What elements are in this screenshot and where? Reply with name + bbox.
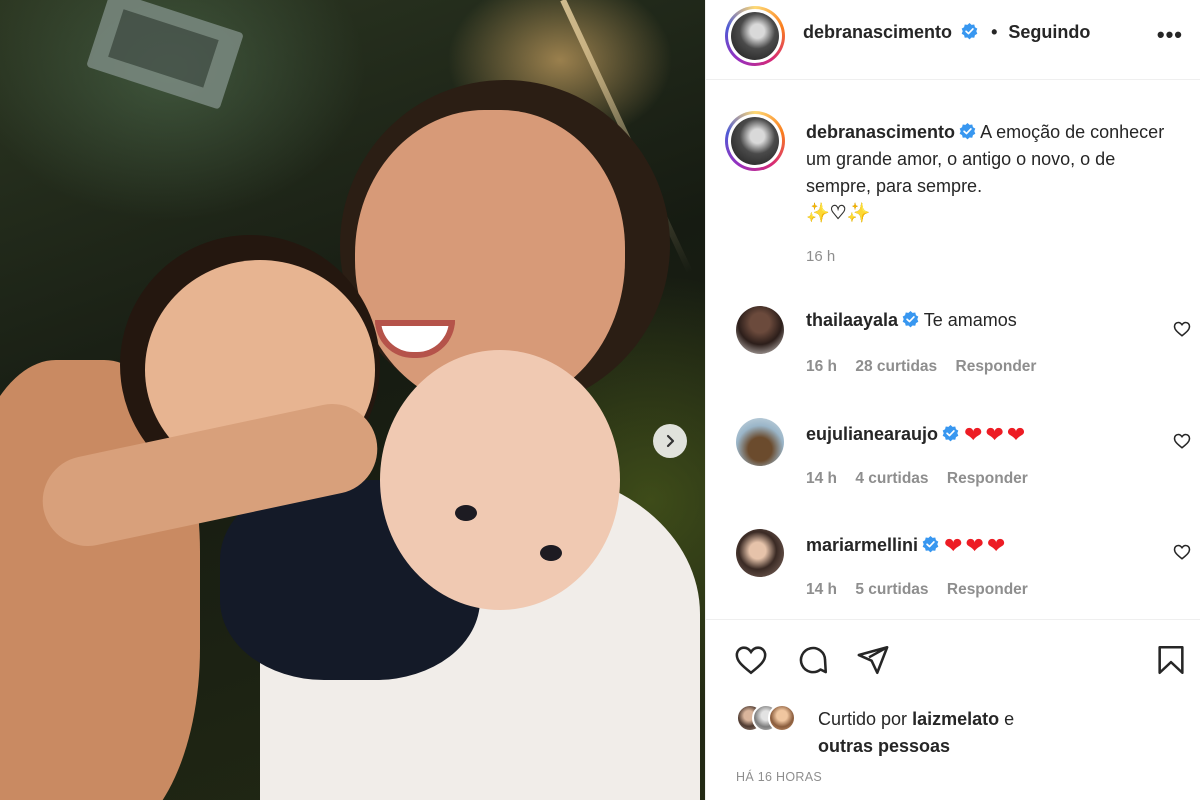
reply-button[interactable]: Responder bbox=[956, 358, 1037, 375]
verified-badge-icon bbox=[942, 425, 959, 442]
caption-avatar-image bbox=[731, 117, 779, 165]
commenter-avatar[interactable] bbox=[736, 306, 784, 354]
following-button[interactable]: Seguindo bbox=[1008, 22, 1090, 42]
photo-baby-head bbox=[380, 350, 620, 610]
liker-avatar bbox=[768, 704, 796, 732]
photo-baby-eye bbox=[455, 505, 477, 521]
verified-badge-icon bbox=[959, 123, 976, 140]
comment-likes-count[interactable]: 4 curtidas bbox=[855, 470, 928, 487]
next-photo-button[interactable] bbox=[653, 424, 687, 458]
caption-author-avatar[interactable] bbox=[725, 111, 785, 171]
speech-bubble-icon[interactable] bbox=[796, 643, 830, 677]
paper-plane-icon[interactable] bbox=[856, 643, 890, 677]
comment-item: thailaayala Te amamos 16 h 28 curtidas R… bbox=[706, 306, 1200, 406]
liker-username[interactable]: laizmelato bbox=[912, 709, 999, 729]
comment-time: 14 h bbox=[806, 470, 838, 487]
author-avatar[interactable] bbox=[725, 6, 785, 66]
comment-item: eujulianearaujo ❤❤❤ 14 h 4 curtidas Resp… bbox=[706, 418, 1200, 518]
comment-text: ❤❤❤ bbox=[964, 422, 1029, 447]
likes-text: Curtido por laizmelato e outras pessoas bbox=[818, 706, 1138, 760]
comment-likes-count[interactable]: 28 curtidas bbox=[855, 358, 937, 375]
caption-time: 16 h bbox=[806, 248, 836, 265]
comment-meta: 16 h 28 curtidas Responder bbox=[806, 358, 1050, 376]
verified-badge-icon bbox=[922, 536, 939, 553]
comment-time: 16 h bbox=[806, 358, 838, 375]
comment-body: thailaayala Te amamos bbox=[806, 310, 1017, 331]
bookmark-icon[interactable] bbox=[1154, 643, 1188, 677]
post-action-bar bbox=[706, 621, 1200, 701]
instagram-post: debranascimento • Seguindo ••• debranasc… bbox=[0, 0, 1200, 800]
reply-button[interactable]: Responder bbox=[947, 470, 1028, 487]
post-timestamp[interactable]: HÁ 16 HORAS bbox=[736, 770, 822, 784]
heart-outline-icon[interactable] bbox=[1173, 320, 1191, 338]
commenter-username[interactable]: thailaayala bbox=[806, 310, 898, 330]
post-side-panel: debranascimento • Seguindo ••• debranasc… bbox=[705, 0, 1200, 800]
likes-prefix: Curtido por bbox=[818, 709, 908, 729]
comments-section[interactable]: debranascimento A emoção de conhecer um … bbox=[706, 80, 1200, 620]
comment-text: Te amamos bbox=[923, 310, 1017, 330]
photo-baby-eye bbox=[540, 545, 562, 561]
chevron-right-icon bbox=[666, 434, 675, 448]
heart-outline-icon[interactable] bbox=[1173, 543, 1191, 561]
other-likers-link[interactable]: outras pessoas bbox=[818, 736, 950, 756]
caption-text-block: debranascimento A emoção de conhecer um … bbox=[806, 119, 1176, 227]
commenter-avatar[interactable] bbox=[736, 418, 784, 466]
comment-item: mariarmellini ❤❤❤ 14 h 5 curtidas Respon… bbox=[706, 529, 1200, 619]
comment-body: mariarmellini ❤❤❤ bbox=[806, 533, 1008, 559]
liker-avatars bbox=[736, 704, 816, 734]
commenter-avatar[interactable] bbox=[736, 529, 784, 577]
heart-outline-icon[interactable] bbox=[1173, 432, 1191, 450]
post-photo[interactable] bbox=[0, 0, 705, 800]
comment-text: ❤❤❤ bbox=[944, 533, 1009, 558]
comment-time: 14 h bbox=[806, 581, 838, 598]
comment-meta: 14 h 4 curtidas Responder bbox=[806, 470, 1042, 488]
comment-likes-count[interactable]: 5 curtidas bbox=[855, 581, 928, 598]
comment-meta: 14 h 5 curtidas Responder bbox=[806, 581, 1042, 599]
author-avatar-image bbox=[731, 12, 779, 60]
likes-conjunction: e bbox=[1004, 709, 1015, 729]
verified-badge-icon bbox=[961, 23, 978, 40]
author-username[interactable]: debranascimento bbox=[803, 22, 952, 42]
caption-emoji: ✨♡✨ bbox=[806, 203, 871, 225]
caption-username[interactable]: debranascimento bbox=[806, 122, 955, 142]
post-header: debranascimento • Seguindo ••• bbox=[706, 0, 1200, 80]
comment-body: eujulianearaujo ❤❤❤ bbox=[806, 422, 1028, 448]
verified-badge-icon bbox=[902, 311, 919, 328]
commenter-username[interactable]: eujulianearaujo bbox=[806, 424, 938, 444]
heart-outline-icon[interactable] bbox=[734, 643, 768, 677]
more-options-button[interactable]: ••• bbox=[1157, 22, 1183, 48]
commenter-username[interactable]: mariarmellini bbox=[806, 535, 918, 555]
header-separator: • bbox=[991, 22, 998, 42]
reply-button[interactable]: Responder bbox=[947, 581, 1028, 598]
